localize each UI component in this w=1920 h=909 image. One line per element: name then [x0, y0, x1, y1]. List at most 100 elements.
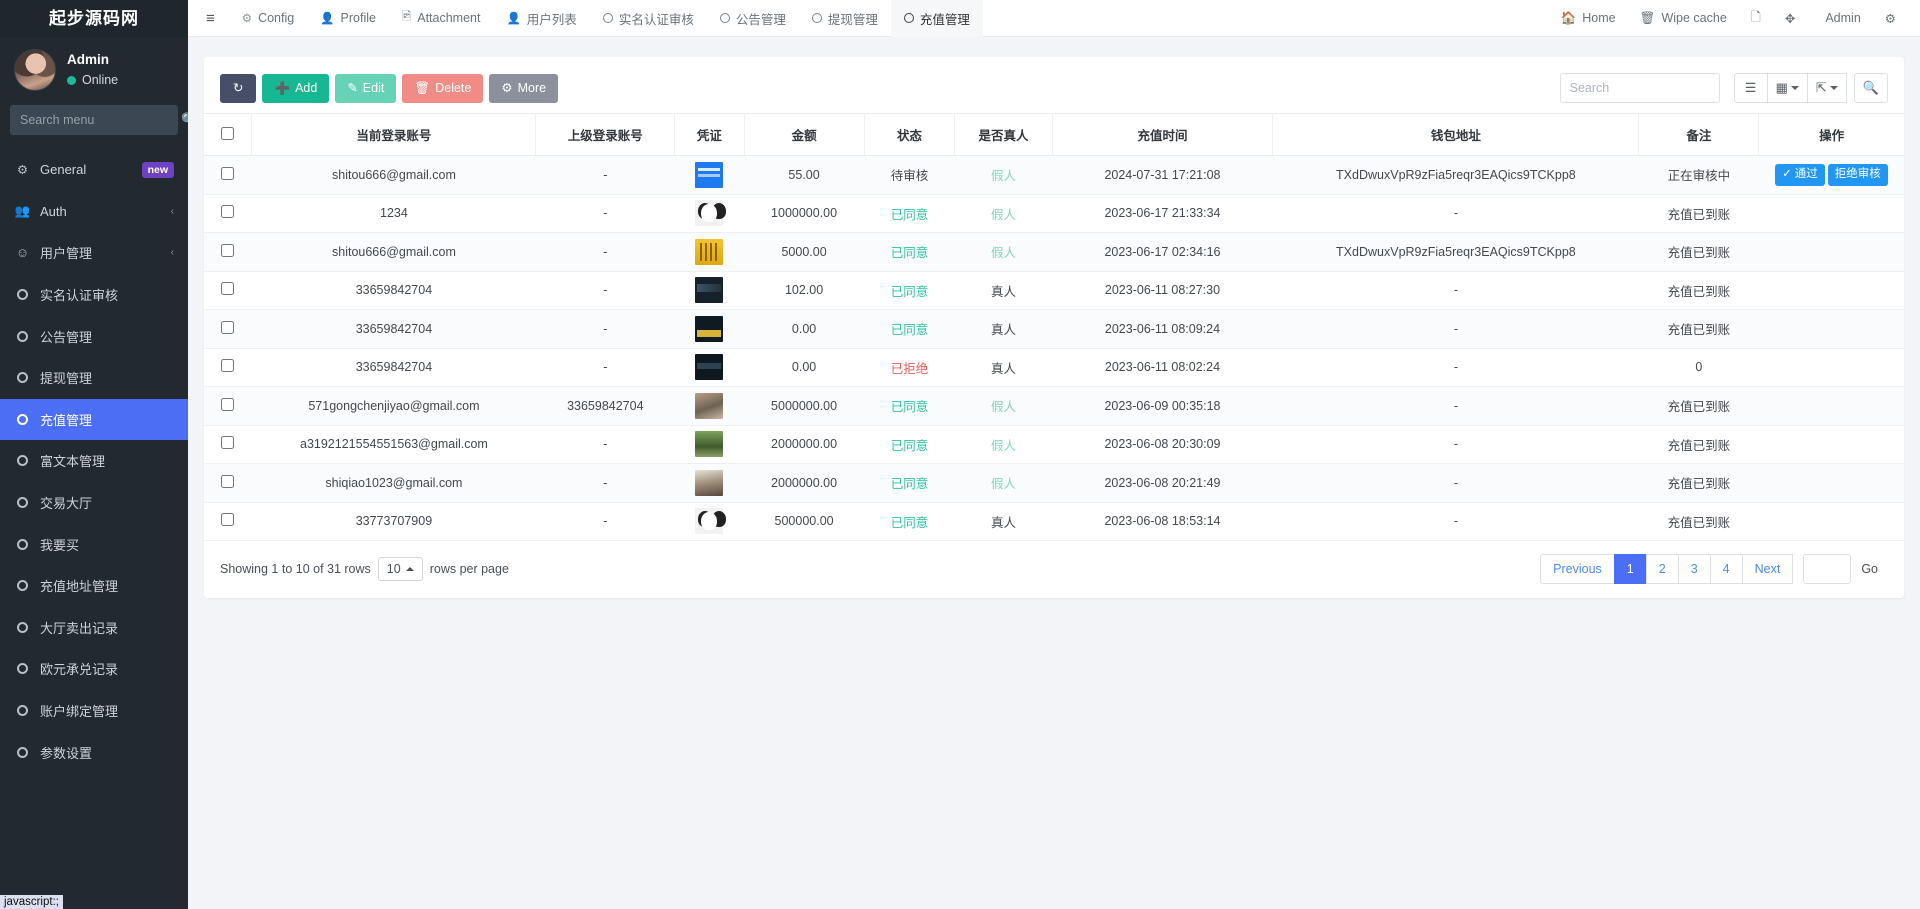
topbar-action-clone-icon[interactable]: 🗋 — [1739, 0, 1773, 37]
table-row[interactable]: shitou666@gmail.com-55.00待审核假人2024-07-31… — [204, 156, 1904, 195]
refresh-button[interactable]: ↻ — [220, 74, 256, 103]
column-header-10[interactable]: 操作 — [1759, 114, 1904, 156]
approve-button[interactable]: ✓通过 — [1775, 164, 1825, 186]
go-button[interactable]: Go — [1851, 555, 1888, 583]
columns-icon[interactable]: ☰ — [1734, 73, 1768, 103]
row-checkbox[interactable] — [221, 398, 234, 411]
sidebar-item-2[interactable]: ☺用户管理‹ — [0, 232, 188, 274]
edit-button[interactable]: ✎ Edit — [335, 74, 396, 103]
more-button[interactable]: ⚙ More — [489, 74, 558, 103]
column-header-9[interactable]: 备注 — [1639, 114, 1759, 156]
goto-page-input[interactable] — [1803, 554, 1851, 584]
tab-2[interactable]: 🖻Attachment — [389, 0, 493, 37]
voucher-thumbnail[interactable] — [695, 277, 723, 303]
page-button-4[interactable]: 4 — [1710, 554, 1743, 584]
column-header-5[interactable]: 状态 — [864, 114, 955, 156]
delete-button[interactable]: 🗑 Delete — [402, 74, 483, 103]
row-checkbox[interactable] — [221, 436, 234, 449]
voucher-thumbnail[interactable] — [695, 431, 723, 457]
row-checkbox[interactable] — [221, 282, 234, 295]
column-header-8[interactable]: 钱包地址 — [1273, 114, 1639, 156]
reject-button[interactable]: 拒绝审核 — [1828, 164, 1888, 186]
table-row[interactable]: 33659842704-102.00已同意真人2023-06-11 08:27:… — [204, 271, 1904, 310]
column-header-3[interactable]: 凭证 — [675, 114, 744, 156]
grid-icon[interactable]: ▦ — [1767, 73, 1808, 103]
table-row[interactable]: 33659842704-0.00已同意真人2023-06-11 08:09:24… — [204, 310, 1904, 349]
voucher-thumbnail[interactable] — [695, 316, 723, 342]
table-row[interactable]: 33773707909-500000.00已同意真人2023-06-08 18:… — [204, 502, 1904, 541]
search-input[interactable] — [1560, 73, 1720, 103]
page-size-select[interactable]: 10 — [378, 557, 423, 581]
voucher-thumbnail[interactable] — [695, 200, 723, 226]
table-row[interactable]: 33659842704-0.00已拒绝真人2023-06-11 08:02:24… — [204, 348, 1904, 387]
column-header-2[interactable]: 上级登录账号 — [536, 114, 675, 156]
sidebar-item-1[interactable]: 👥Auth‹ — [0, 191, 188, 233]
column-header-1[interactable]: 当前登录账号 — [252, 114, 536, 156]
previous-page-button[interactable]: Previous — [1540, 554, 1615, 584]
search-icon[interactable]: 🔍 — [181, 112, 188, 128]
sidebar-item-12[interactable]: 欧元承兑记录 — [0, 648, 188, 690]
sidebar-item-7[interactable]: 富文本管理 — [0, 440, 188, 482]
row-checkbox[interactable] — [221, 167, 234, 180]
topbar-action-gears-icon[interactable]: ⚙ — [1873, 0, 1908, 37]
voucher-thumbnail[interactable] — [695, 470, 723, 496]
page-button-3[interactable]: 3 — [1678, 554, 1711, 584]
sidebar-item-11[interactable]: 大厅卖出记录 — [0, 607, 188, 649]
voucher-thumbnail[interactable] — [695, 354, 723, 380]
toolbar-right: ☰ ▦ ⇱ 🔍 — [1560, 73, 1888, 103]
sidebar-item-3[interactable]: 实名认证审核 — [0, 274, 188, 316]
sidebar-item-14[interactable]: 参数设置 — [0, 731, 188, 773]
tab-5[interactable]: 公告管理 — [707, 0, 799, 37]
topbar-action-fullscreen-icon[interactable]: ✥ — [1773, 0, 1807, 37]
row-checkbox[interactable] — [221, 359, 234, 372]
sidebar-item-4[interactable]: 公告管理 — [0, 315, 188, 357]
menu-search[interactable]: 🔍 — [10, 105, 178, 135]
sidebar-item-5[interactable]: 提现管理 — [0, 357, 188, 399]
tab-7[interactable]: 充值管理 — [891, 0, 983, 37]
page-button-1[interactable]: 1 — [1614, 554, 1647, 584]
add-button[interactable]: ➕ Add — [262, 74, 329, 103]
sidebar-item-6[interactable]: 充值管理 — [0, 399, 188, 441]
account-text: 33773707909 — [356, 514, 432, 528]
export-icon[interactable]: ⇱ — [1807, 73, 1847, 103]
row-checkbox[interactable] — [221, 475, 234, 488]
tab-1[interactable]: 👤Profile — [307, 0, 389, 37]
sidebar-item-10[interactable]: 充值地址管理 — [0, 565, 188, 607]
row-checkbox[interactable] — [221, 205, 234, 218]
voucher-thumbnail[interactable] — [695, 162, 723, 188]
row-checkbox[interactable] — [221, 321, 234, 334]
tab-0[interactable]: ⚙Config — [229, 0, 307, 37]
select-all-checkbox[interactable] — [221, 127, 234, 140]
row-checkbox[interactable] — [221, 513, 234, 526]
column-header-6[interactable]: 是否真人 — [955, 114, 1052, 156]
page-button-2[interactable]: 2 — [1646, 554, 1679, 584]
search-toggle-icon[interactable]: 🔍 — [1854, 73, 1888, 103]
voucher-thumbnail[interactable] — [695, 508, 723, 534]
sidebar-item-0[interactable]: ⚙Generalnew — [0, 149, 188, 191]
table-row[interactable]: shitou666@gmail.com-5000.00已同意假人2023-06-… — [204, 233, 1904, 272]
topbar-action-home[interactable]: 🏠Home — [1549, 0, 1628, 37]
tab-3[interactable]: 👤用户列表 — [493, 0, 589, 37]
sidebar-profile[interactable]: Admin Online — [0, 37, 188, 101]
sidebar-item-9[interactable]: 我要买 — [0, 523, 188, 565]
voucher-thumbnail[interactable] — [695, 393, 723, 419]
next-page-button[interactable]: Next — [1742, 554, 1794, 584]
topbar-action-wipe-cache[interactable]: 🗑Wipe cache — [1628, 0, 1739, 37]
search-menu-input[interactable] — [20, 113, 181, 127]
sidebar-item-13[interactable]: 账户绑定管理 — [0, 690, 188, 732]
table-row[interactable]: 1234-1000000.00已同意假人2023-06-17 21:33:34-… — [204, 194, 1904, 233]
menu-toggle-icon[interactable]: ≡ — [188, 10, 229, 27]
table-row[interactable]: 571gongchenjiyao@gmail.com33659842704500… — [204, 387, 1904, 426]
tab-4[interactable]: 实名认证审核 — [590, 0, 707, 37]
sidebar-item-8[interactable]: 交易大厅 — [0, 482, 188, 524]
topbar-action-admin[interactable]: Admin — [1807, 0, 1872, 37]
column-header-7[interactable]: 充值时间 — [1052, 114, 1273, 156]
table-row[interactable]: shiqiao1023@gmail.com-2000000.00已同意假人202… — [204, 464, 1904, 503]
row-checkbox[interactable] — [221, 244, 234, 257]
cell-actions — [1759, 502, 1904, 541]
column-header-4[interactable]: 金额 — [744, 114, 864, 156]
tab-6[interactable]: 提现管理 — [799, 0, 891, 37]
column-header-0[interactable] — [204, 114, 252, 156]
table-row[interactable]: a3192121554551563@gmail.com-2000000.00已同… — [204, 425, 1904, 464]
voucher-thumbnail[interactable] — [695, 239, 723, 265]
